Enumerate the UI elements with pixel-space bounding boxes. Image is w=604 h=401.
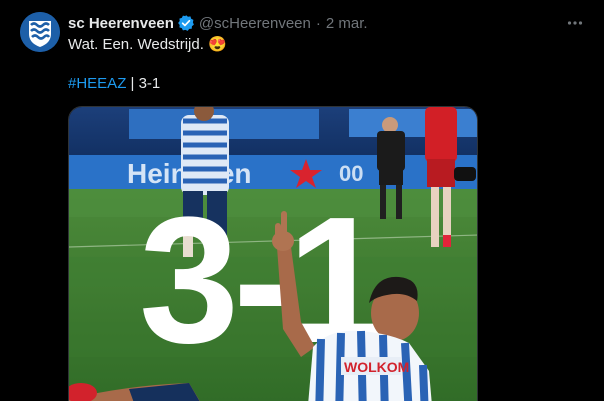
- avatar[interactable]: [20, 12, 60, 52]
- tweet-text: Wat. Een. Wedstrijd. 😍: [68, 36, 227, 53]
- user-handle[interactable]: @scHeerenveen: [199, 15, 311, 32]
- tweet-header: sc Heerenveen @scHeerenveen · 2 mar.: [68, 13, 368, 33]
- tweet-hashtag-line: #HEEAZ | 3-1: [68, 74, 160, 94]
- score-line: | 3-1: [126, 75, 161, 92]
- tweet-card[interactable]: sc Heerenveen @scHeerenveen · 2 mar. Wat…: [0, 0, 604, 401]
- match-photo: Heineken 00: [69, 107, 477, 401]
- shirt-sponsor-text: WOLKOM: [344, 359, 409, 375]
- verified-badge-icon: [177, 14, 195, 32]
- hashtag-link[interactable]: #HEEAZ: [68, 75, 126, 92]
- display-name[interactable]: sc Heerenveen: [68, 15, 174, 32]
- timestamp[interactable]: 2 mar.: [326, 15, 368, 32]
- more-options-button[interactable]: [564, 12, 586, 34]
- club-crest-icon: [20, 12, 60, 52]
- more-dots-icon: [567, 21, 583, 25]
- separator-dot: ·: [315, 14, 321, 32]
- tweet-media-image[interactable]: Heineken 00: [68, 106, 478, 401]
